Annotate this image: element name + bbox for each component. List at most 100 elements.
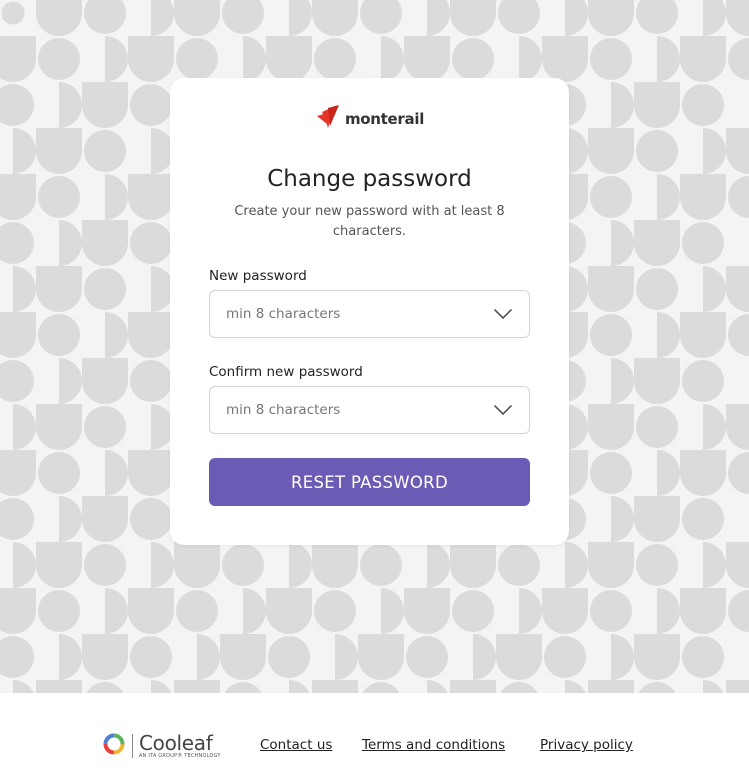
pattern-shape xyxy=(289,0,312,36)
pattern-shape xyxy=(450,680,496,693)
pattern-shape xyxy=(289,542,312,588)
pattern-shape xyxy=(174,0,220,36)
pattern-shape xyxy=(222,0,264,34)
pattern-shape xyxy=(703,542,726,588)
brand-logo: monterail xyxy=(170,104,569,134)
pattern-shape xyxy=(13,266,36,312)
pattern-shape xyxy=(362,682,400,693)
pattern-shape xyxy=(13,128,36,174)
pattern-shape xyxy=(452,590,494,632)
pattern-shape xyxy=(130,636,172,678)
pattern-shape xyxy=(498,0,540,34)
pattern-shape xyxy=(611,358,634,404)
pattern-shape xyxy=(36,128,82,174)
pattern-shape xyxy=(335,634,358,680)
pattern-shape xyxy=(0,174,36,220)
chevron-down-icon[interactable] xyxy=(493,304,513,324)
pattern-shape xyxy=(151,542,174,588)
pattern-shape xyxy=(130,498,172,540)
pattern-shape xyxy=(636,130,678,172)
pattern-shape xyxy=(176,590,218,632)
pattern-shape xyxy=(565,542,588,588)
pattern-shape xyxy=(588,680,634,693)
pattern-shape xyxy=(314,590,356,632)
new-password-field[interactable] xyxy=(209,290,530,338)
pattern-shape xyxy=(312,680,358,693)
pattern-shape xyxy=(36,404,82,450)
pattern-shape xyxy=(105,36,128,82)
pattern-shape xyxy=(82,634,128,680)
pattern-shape xyxy=(128,36,174,82)
brand-name: monterail xyxy=(344,110,425,128)
pattern-shape xyxy=(84,268,126,310)
pattern-shape xyxy=(128,450,174,496)
pattern-shape xyxy=(565,680,586,693)
pattern-shape xyxy=(611,220,634,266)
pattern-shape xyxy=(38,38,80,80)
pattern-shape xyxy=(381,588,404,634)
pattern-shape xyxy=(728,590,749,632)
pattern-shape xyxy=(427,680,448,693)
pattern-shape xyxy=(406,636,448,678)
pattern-shape xyxy=(82,358,128,404)
pattern-shape xyxy=(427,542,450,588)
pattern-shape xyxy=(634,496,680,542)
pattern-shape xyxy=(381,36,404,82)
pattern-shape xyxy=(588,404,634,450)
pattern-shape xyxy=(682,84,724,126)
page-title: Change password xyxy=(267,166,472,192)
pattern-shape xyxy=(360,0,402,34)
confirm-password-input[interactable] xyxy=(226,402,493,418)
pattern-shape xyxy=(151,0,174,36)
pattern-shape xyxy=(726,0,749,36)
pattern-shape xyxy=(728,452,749,494)
pattern-shape xyxy=(728,314,749,356)
terms-and-conditions-link[interactable]: Terms and conditions xyxy=(362,737,505,753)
pattern-shape xyxy=(611,496,634,542)
pattern-shape xyxy=(38,590,80,632)
pattern-shape xyxy=(105,174,128,220)
pattern-shape xyxy=(197,634,220,680)
pattern-shape xyxy=(590,38,632,80)
contact-us-link[interactable]: Contact us xyxy=(260,737,332,753)
pattern-shape xyxy=(289,680,310,693)
pattern-shape xyxy=(0,222,34,264)
pattern-shape xyxy=(427,0,450,36)
monterail-logo-icon xyxy=(315,104,341,135)
reset-password-button[interactable]: RESET PASSWORD xyxy=(209,458,530,506)
pattern-shape xyxy=(726,266,749,312)
pattern-shape xyxy=(450,0,496,36)
pattern-shape xyxy=(682,222,724,264)
pattern-shape xyxy=(726,404,749,450)
pattern-shape xyxy=(703,128,726,174)
confirm-password-field[interactable] xyxy=(209,386,530,434)
pattern-shape xyxy=(519,36,542,82)
pattern-shape xyxy=(703,680,724,693)
pattern-shape xyxy=(680,174,726,220)
pattern-shape xyxy=(38,314,80,356)
pattern-shape xyxy=(84,130,126,172)
pattern-shape xyxy=(82,220,128,266)
pattern-shape xyxy=(611,82,634,128)
privacy-policy-link[interactable]: Privacy policy xyxy=(540,737,633,753)
pattern-shape xyxy=(266,36,312,82)
pattern-shape xyxy=(0,36,36,82)
pattern-shape xyxy=(82,496,128,542)
chevron-down-icon[interactable] xyxy=(493,400,513,420)
pattern-shape xyxy=(565,0,588,36)
pattern-shape xyxy=(59,82,82,128)
pattern-shape xyxy=(360,544,402,586)
pattern-shape xyxy=(314,38,356,80)
pattern-shape xyxy=(243,588,266,634)
pattern-shape xyxy=(703,404,726,450)
new-password-label: New password xyxy=(209,268,307,284)
pattern-shape xyxy=(222,544,264,586)
pattern-shape xyxy=(36,542,82,588)
pattern-shape xyxy=(498,544,540,586)
pattern-shape xyxy=(59,496,82,542)
pattern-shape xyxy=(130,360,172,402)
cooleaf-wordmark: Cooleaf AN ITA GROUP® TECHNOLOGY xyxy=(139,733,221,759)
pattern-shape xyxy=(130,84,172,126)
cooleaf-ring-icon xyxy=(102,732,126,761)
new-password-input[interactable] xyxy=(226,306,493,322)
